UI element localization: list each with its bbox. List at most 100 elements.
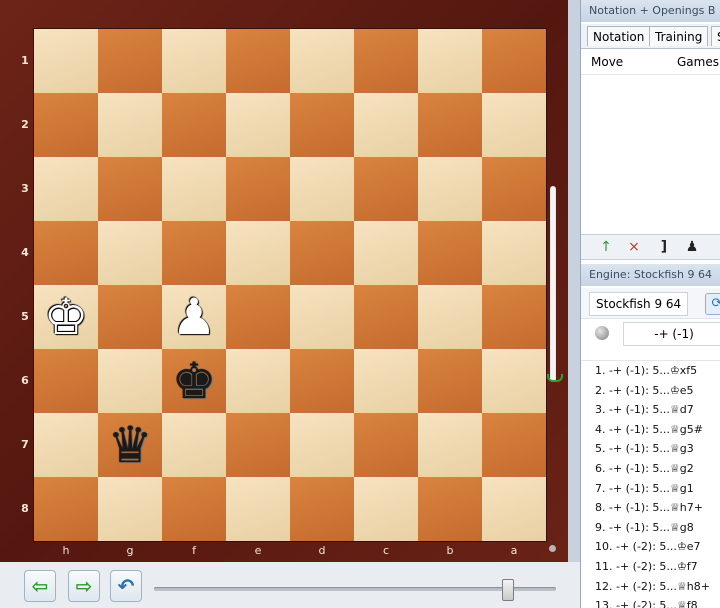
engine-line[interactable]: 13. -+ (-2): 5...♕f8 xyxy=(581,596,720,608)
board-square[interactable] xyxy=(354,29,418,93)
board-square[interactable] xyxy=(290,93,354,157)
board-square[interactable] xyxy=(34,413,98,477)
board-square[interactable] xyxy=(290,413,354,477)
forward-button[interactable]: ⇨ xyxy=(68,570,100,602)
board-square[interactable] xyxy=(354,349,418,413)
delete-variation-icon[interactable]: ⨯ xyxy=(625,237,643,257)
board-square[interactable] xyxy=(162,221,226,285)
engine-line[interactable]: 8. -+ (-1): 5...♕h7+ xyxy=(581,498,720,518)
tab-more[interactable]: S xyxy=(711,26,720,46)
board-square[interactable] xyxy=(98,29,162,93)
board-square[interactable] xyxy=(162,29,226,93)
board-square[interactable] xyxy=(226,285,290,349)
board-square[interactable] xyxy=(226,29,290,93)
board-square[interactable] xyxy=(418,157,482,221)
board-square[interactable] xyxy=(162,477,226,541)
engine-name[interactable]: Stockfish 9 64 xyxy=(589,292,689,316)
board-square[interactable] xyxy=(418,93,482,157)
chess-board[interactable]: ♚ ♟ ♚ ♛ xyxy=(34,29,546,541)
engine-line[interactable]: 5. -+ (-1): 5...♕g3 xyxy=(581,439,720,459)
white-pawn[interactable]: ♟ xyxy=(162,285,226,349)
engine-refresh-icon[interactable]: ⟳ xyxy=(705,293,720,315)
engine-line[interactable]: 3. -+ (-1): 5...♕d7 xyxy=(581,400,720,420)
tab-training[interactable]: Training xyxy=(649,26,709,46)
black-king[interactable]: ♚ xyxy=(162,349,226,413)
board-square[interactable] xyxy=(418,29,482,93)
board-square[interactable] xyxy=(162,93,226,157)
move-slider[interactable] xyxy=(154,587,556,591)
evaluation-scrollbar[interactable] xyxy=(550,186,556,382)
board-square[interactable] xyxy=(418,221,482,285)
board-square[interactable] xyxy=(354,285,418,349)
board-square[interactable]: ♛ xyxy=(98,413,162,477)
board-square[interactable] xyxy=(34,221,98,285)
column-move[interactable]: Move xyxy=(591,50,623,74)
resize-grip-icon[interactable] xyxy=(549,545,556,552)
engine-line[interactable]: 7. -+ (-1): 5...♕g1 xyxy=(581,479,720,499)
board-square[interactable] xyxy=(354,413,418,477)
back-button[interactable]: ⇦ xyxy=(24,570,56,602)
board-square[interactable] xyxy=(98,157,162,221)
board-square[interactable] xyxy=(98,221,162,285)
black-queen[interactable]: ♛ xyxy=(98,413,162,477)
pawn-icon[interactable]: ♟ xyxy=(683,237,701,257)
board-square[interactable]: ♚ xyxy=(162,349,226,413)
board-square[interactable] xyxy=(482,349,546,413)
board-square[interactable] xyxy=(226,157,290,221)
engine-line[interactable]: 2. -+ (-1): 5...♔e5 xyxy=(581,381,720,401)
board-square[interactable] xyxy=(482,285,546,349)
engine-line[interactable]: 10. -+ (-2): 5...♔e7 xyxy=(581,537,720,557)
board-square[interactable] xyxy=(98,477,162,541)
board-square[interactable] xyxy=(162,157,226,221)
board-square[interactable] xyxy=(290,221,354,285)
board-square[interactable] xyxy=(226,477,290,541)
board-square[interactable] xyxy=(34,29,98,93)
board-square[interactable] xyxy=(290,349,354,413)
board-square[interactable] xyxy=(354,221,418,285)
board-square[interactable] xyxy=(482,29,546,93)
bracket-icon[interactable]: ] xyxy=(655,237,673,257)
board-square[interactable]: ♟ xyxy=(162,285,226,349)
board-square[interactable] xyxy=(354,93,418,157)
board-square[interactable] xyxy=(34,93,98,157)
promote-variation-icon[interactable]: ↑ xyxy=(597,237,615,257)
board-square[interactable] xyxy=(482,93,546,157)
board-square[interactable] xyxy=(418,413,482,477)
engine-line[interactable]: 11. -+ (-2): 5...♔f7 xyxy=(581,557,720,577)
board-square[interactable] xyxy=(482,221,546,285)
board-square[interactable] xyxy=(226,349,290,413)
column-games[interactable]: Games xyxy=(677,50,719,74)
board-square[interactable] xyxy=(482,157,546,221)
board-square[interactable] xyxy=(290,285,354,349)
board-square[interactable] xyxy=(226,93,290,157)
board-square[interactable] xyxy=(418,477,482,541)
engine-line[interactable]: 4. -+ (-1): 5...♕g5# xyxy=(581,420,720,440)
board-square[interactable] xyxy=(482,477,546,541)
board-square[interactable] xyxy=(290,477,354,541)
undo-button[interactable]: ↶ xyxy=(110,570,142,602)
board-square[interactable] xyxy=(226,413,290,477)
engine-line[interactable]: 1. -+ (-1): 5...♔xf5 xyxy=(581,361,720,381)
engine-line[interactable]: 9. -+ (-1): 5...♕g8 xyxy=(581,518,720,538)
board-square[interactable] xyxy=(98,285,162,349)
board-square[interactable] xyxy=(34,157,98,221)
board-square[interactable] xyxy=(98,93,162,157)
board-square[interactable] xyxy=(482,413,546,477)
white-king[interactable]: ♚ xyxy=(34,285,98,349)
board-square[interactable] xyxy=(354,157,418,221)
board-square[interactable] xyxy=(354,477,418,541)
engine-line[interactable]: 6. -+ (-1): 5...♕g2 xyxy=(581,459,720,479)
board-square[interactable] xyxy=(34,477,98,541)
tab-notation[interactable]: Notation xyxy=(587,26,651,46)
board-square[interactable]: ♚ xyxy=(34,285,98,349)
board-square[interactable] xyxy=(34,349,98,413)
move-slider-thumb[interactable] xyxy=(502,579,514,601)
board-square[interactable] xyxy=(162,413,226,477)
board-square[interactable] xyxy=(290,29,354,93)
board-square[interactable] xyxy=(226,221,290,285)
engine-line[interactable]: 12. -+ (-2): 5...♕h8+ xyxy=(581,577,720,597)
board-square[interactable] xyxy=(418,349,482,413)
board-square[interactable] xyxy=(290,157,354,221)
board-square[interactable] xyxy=(98,349,162,413)
board-square[interactable] xyxy=(418,285,482,349)
